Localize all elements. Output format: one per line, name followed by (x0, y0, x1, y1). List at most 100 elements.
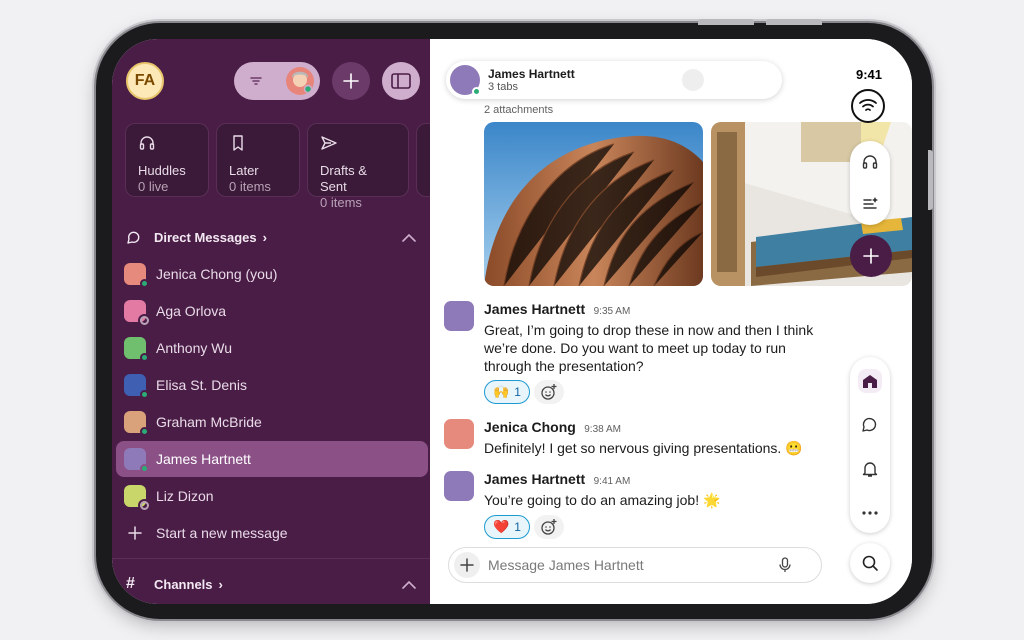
presence-indicator (140, 316, 149, 325)
presence-indicator (472, 87, 481, 96)
nav-dms[interactable] (858, 413, 882, 437)
dm-item-liz[interactable]: Liz Dizon (116, 478, 428, 514)
message-text: Great, I’m going to drop these in now an… (484, 322, 814, 374)
message-input[interactable] (488, 557, 778, 573)
right-nav-rail (850, 357, 890, 533)
add-emoji-icon (541, 384, 557, 400)
avatar[interactable] (444, 419, 474, 449)
plus-icon (863, 248, 879, 264)
headphones-icon[interactable] (861, 153, 879, 171)
avatar (124, 448, 149, 473)
reaction-emoji: ❤️ (493, 519, 510, 534)
avatar (124, 411, 149, 436)
chevron-up-icon[interactable] (402, 233, 416, 243)
nav-home[interactable] (858, 369, 882, 393)
toggle-sidebar-button[interactable] (382, 62, 420, 100)
plus-icon (128, 526, 142, 540)
conversation-tab-pill[interactable]: James Hartnett 3 tabs (446, 61, 782, 99)
dm-item-jenica[interactable]: Jenica Chong (you) (116, 256, 428, 292)
dm-item-anthony[interactable]: Anthony Wu (116, 330, 428, 366)
dm-item-aga[interactable]: Aga Orlova (116, 293, 428, 329)
dm-section-title: Direct Messages (154, 229, 257, 245)
tile-drafts-sent[interactable]: Drafts & Sent 0 items (307, 123, 409, 210)
add-reaction-button[interactable] (534, 380, 564, 404)
message-time: 9:38 AM (584, 424, 621, 435)
avatar (124, 300, 149, 325)
dm-item-james[interactable]: James Hartnett (116, 441, 428, 477)
conversation-title: James Hartnett (488, 67, 575, 81)
dm-item-label: Anthony Wu (156, 340, 233, 356)
plus-icon (460, 558, 474, 572)
sidebar-panel-icon (391, 73, 411, 89)
nav-activity[interactable] (858, 457, 882, 481)
attachment-image-building[interactable] (484, 122, 703, 286)
new-button[interactable] (332, 62, 370, 100)
wifi-status (851, 89, 885, 123)
dm-section-header[interactable]: Direct Messages › (126, 226, 267, 248)
message-author[interactable]: James Hartnett (484, 471, 585, 487)
nav-more[interactable] (858, 501, 882, 525)
add-reaction-button[interactable] (534, 515, 564, 539)
tile-count: 0 items (320, 195, 362, 210)
search-icon (862, 555, 878, 571)
message-composer (448, 547, 822, 583)
home-icon (863, 375, 877, 388)
workspace-avatar[interactable]: FA (126, 62, 164, 100)
reaction-emoji: 🙌 (493, 384, 510, 399)
message: Jenica Chong 9:38 AM Definitely! I get s… (444, 419, 844, 463)
channels-section-header[interactable]: # Channels › (126, 573, 223, 595)
app-screen: FA Huddles 0 live Later 0 items Drafts &… (112, 39, 912, 604)
channels-section-title: Channels (154, 576, 213, 592)
dm-item-label: Graham McBride (156, 414, 262, 430)
tile-label: Later (229, 163, 259, 178)
avatar[interactable] (444, 301, 474, 331)
avatar[interactable] (444, 471, 474, 501)
tile-count: 0 items (229, 179, 271, 194)
chevron-right-icon: › (262, 229, 267, 245)
huddle-actions (850, 141, 890, 225)
avatar (124, 263, 149, 288)
reaction-count: 1 (514, 520, 521, 534)
dm-item-label: Aga Orlova (156, 303, 227, 319)
device-button (928, 150, 933, 210)
microphone-icon[interactable] (778, 557, 792, 573)
device-button (698, 19, 754, 25)
compose-button[interactable] (850, 235, 892, 277)
device-button (766, 19, 822, 25)
avatar (450, 65, 481, 96)
chat-pane: 2 attachments James Hartnett 3 tabs 9:41… (430, 39, 912, 604)
presence-indicator (140, 427, 149, 436)
hash-icon: # (126, 575, 135, 592)
status-time: 9:41 (856, 67, 883, 82)
tile-huddles[interactable]: Huddles 0 live (125, 123, 209, 197)
sidebar: FA Huddles 0 live Later 0 items Drafts &… (112, 39, 456, 604)
reaction-chip[interactable]: ❤️ 1 (484, 515, 530, 539)
filter-pill[interactable] (234, 62, 320, 100)
camera-cutout (682, 69, 704, 91)
chevron-right-icon: › (218, 576, 223, 592)
dm-item-label: Elisa St. Denis (156, 377, 248, 393)
tab-count: 3 tabs (488, 81, 518, 93)
dm-icon (127, 231, 140, 244)
attach-button[interactable] (454, 552, 480, 578)
wifi-icon (859, 99, 877, 111)
presence-indicator (140, 353, 149, 362)
chevron-up-icon[interactable] (402, 580, 416, 590)
presence-indicator (140, 390, 149, 399)
message-author[interactable]: Jenica Chong (484, 419, 576, 435)
search-button[interactable] (850, 543, 890, 583)
tile-later[interactable]: Later 0 items (216, 123, 300, 197)
tile-label: Drafts & Sent (320, 163, 367, 194)
tile-label: Huddles (138, 163, 186, 178)
avatar (124, 337, 149, 362)
new-message-button[interactable]: Start a new message (116, 515, 428, 551)
add-emoji-icon (541, 519, 557, 535)
presence-indicator (140, 501, 149, 510)
message-text: You’re going to do an amazing job! 🌟 (484, 492, 721, 508)
ai-summary-icon[interactable] (861, 195, 879, 213)
dm-item-elisa[interactable]: Elisa St. Denis (116, 367, 428, 403)
divider (112, 558, 430, 559)
reaction-chip[interactable]: 🙌 1 (484, 380, 530, 404)
dm-item-graham[interactable]: Graham McBride (116, 404, 428, 440)
message-author[interactable]: James Hartnett (484, 301, 585, 317)
